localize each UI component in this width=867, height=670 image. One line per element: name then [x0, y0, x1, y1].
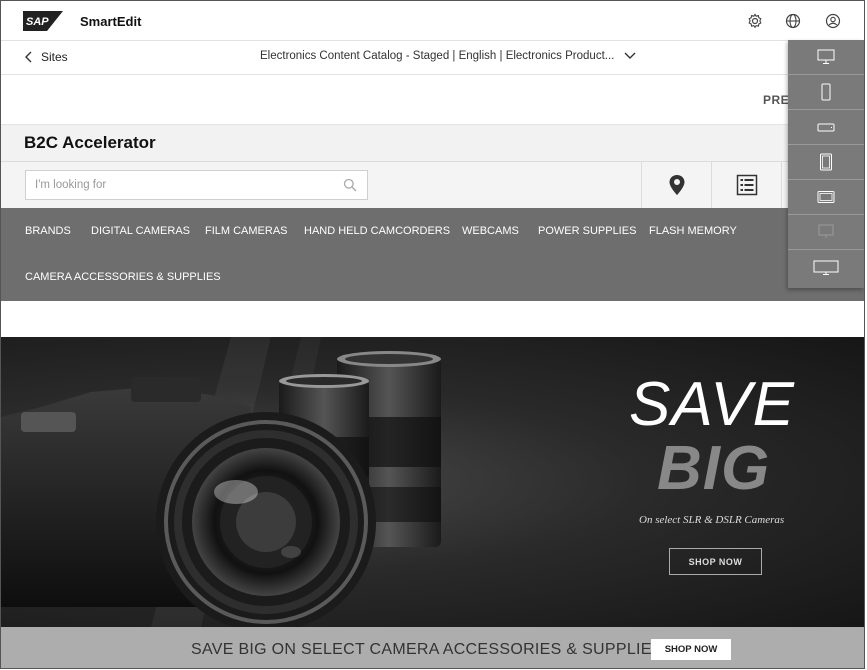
- list-icon: [736, 174, 757, 196]
- hero-subtitle: On select SLR & DSLR Cameras: [639, 514, 785, 526]
- device-option-monitor[interactable]: [788, 215, 864, 250]
- camera-illustration: [1, 337, 441, 627]
- hero-headline-big: BIG: [657, 434, 771, 503]
- sites-label: Sites: [41, 50, 68, 64]
- device-option-tablet-portrait[interactable]: [788, 145, 864, 180]
- chevron-left-icon: [25, 51, 32, 63]
- monitor-icon: [818, 224, 834, 238]
- nav-item-digital-cameras[interactable]: DIGITAL CAMERAS: [91, 225, 190, 237]
- app-name: SmartEdit: [80, 14, 142, 29]
- tablet-portrait-icon: [820, 153, 832, 171]
- chevron-down-icon: [624, 52, 636, 59]
- device-option-tablet-landscape[interactable]: [788, 180, 864, 215]
- device-option-desktop[interactable]: [788, 40, 864, 75]
- phone-landscape-icon: [817, 123, 835, 132]
- search-row: [1, 162, 864, 208]
- smartedit-window: SAP SmartEdit Sites Electronics Content …: [0, 0, 865, 669]
- desktop-icon: [817, 49, 835, 64]
- phone-portrait-icon: [821, 83, 831, 101]
- search-box: [25, 170, 368, 200]
- globe-icon[interactable]: [784, 12, 802, 30]
- storefront-header: B2C Accelerator: [1, 125, 864, 162]
- category-nav: BRANDS DIGITAL CAMERAS FILM CAMERAS HAND…: [1, 208, 864, 301]
- nav-item-webcams[interactable]: WEBCAMS: [462, 225, 519, 237]
- sites-back-link[interactable]: Sites: [25, 50, 68, 64]
- top-header: SAP SmartEdit: [1, 1, 864, 41]
- device-preview-menu: [788, 40, 864, 288]
- device-option-phone-landscape[interactable]: [788, 110, 864, 145]
- device-option-phone-portrait[interactable]: [788, 75, 864, 110]
- widescreen-icon: [813, 260, 839, 275]
- svg-text:SAP: SAP: [26, 16, 49, 28]
- sap-logo[interactable]: SAP: [23, 11, 63, 31]
- user-icon[interactable]: [824, 12, 842, 30]
- promo-strip[interactable]: SAVE BIG ON SELECT CAMERA ACCESSORIES & …: [1, 627, 864, 668]
- nav-item-flash-memory[interactable]: FLASH MEMORY: [649, 225, 737, 237]
- hero-shop-now-button[interactable]: SHOP NOW: [669, 548, 762, 575]
- nav-item-power-supplies[interactable]: POWER SUPPLIES: [538, 225, 636, 237]
- settings-icon[interactable]: [746, 12, 764, 30]
- catalog-selector[interactable]: Electronics Content Catalog - Staged | E…: [260, 50, 636, 62]
- store-locator-button[interactable]: [641, 162, 711, 208]
- catalog-label: Electronics Content Catalog - Staged | E…: [260, 50, 615, 62]
- preview-toolbar: PREV: [1, 75, 864, 125]
- promo-text: SAVE BIG ON SELECT CAMERA ACCESSORIES & …: [191, 641, 663, 658]
- tablet-landscape-icon: [817, 191, 835, 203]
- quick-order-button[interactable]: [711, 162, 781, 208]
- nav-item-film-cameras[interactable]: FILM CAMERAS: [205, 225, 288, 237]
- hero-banner[interactable]: SAVE BIG On select SLR & DSLR Cameras SH…: [1, 337, 864, 627]
- search-input[interactable]: [26, 171, 336, 199]
- store-locator-icon: [669, 175, 684, 195]
- promo-shop-now-button[interactable]: SHOP NOW: [651, 639, 731, 660]
- hero-headline-save: SAVE: [629, 370, 795, 439]
- nav-item-brands[interactable]: BRANDS: [25, 225, 71, 237]
- search-icon[interactable]: [343, 178, 357, 192]
- device-option-widescreen[interactable]: [788, 250, 864, 285]
- content-spacer: [1, 301, 864, 337]
- nav-item-camera-accessories[interactable]: CAMERA ACCESSORIES & SUPPLIES: [25, 271, 221, 283]
- nav-item-hand-held-camcorders[interactable]: HAND HELD CAMCORDERS: [304, 225, 450, 237]
- sites-bar: Sites Electronics Content Catalog - Stag…: [1, 41, 864, 75]
- site-title[interactable]: B2C Accelerator: [24, 133, 156, 153]
